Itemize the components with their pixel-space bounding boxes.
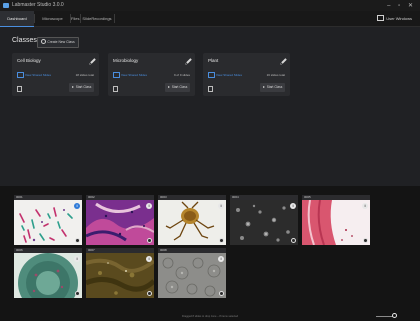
- tab-microscope[interactable]: Microscope: [35, 11, 70, 26]
- class-name: Cell Biology: [17, 58, 41, 63]
- monitor-icon: [208, 72, 215, 78]
- slide-image: [14, 200, 82, 245]
- slide-info-icon[interactable]: i: [146, 203, 152, 209]
- slide-thumbnail[interactable]: 0001 i: [14, 195, 82, 245]
- monitor-icon: [113, 72, 120, 78]
- edit-pencil-icon[interactable]: [90, 58, 96, 64]
- start-class-button[interactable]: Start Class: [260, 83, 285, 92]
- start-class-button[interactable]: Start Class: [69, 83, 94, 92]
- user-menu[interactable]: User Windows: [377, 15, 412, 21]
- zoom-slider-handle[interactable]: [392, 312, 397, 318]
- slide-image: [86, 200, 154, 245]
- trash-icon[interactable]: [208, 86, 213, 92]
- title-bar: Labmaster Studio 3.0.0 – ▫ ✕: [0, 0, 420, 11]
- tab-divider: [114, 14, 115, 23]
- monitor-icon: [17, 72, 24, 78]
- view-shared-slides-link[interactable]: View Shared Slides: [121, 73, 147, 77]
- slide-info-icon[interactable]: i: [74, 203, 80, 209]
- view-shared-slides-link[interactable]: View Shared Slides: [216, 73, 242, 77]
- class-card-plant[interactable]: Plant View Shared Slides 16 slides total…: [203, 53, 290, 96]
- play-icon: [71, 86, 74, 89]
- edit-pencil-icon[interactable]: [186, 58, 192, 64]
- nav-bar: Dashboard Microscope Files SlideRecordin…: [0, 11, 420, 27]
- slide-count: 18 slides total: [75, 72, 94, 77]
- class-card-cell-biology[interactable]: Cell Biology View Shared Slides 18 slide…: [12, 53, 99, 96]
- app-title: Labmaster Studio 3.0.0: [12, 2, 64, 8]
- remove-slide-icon[interactable]: [291, 238, 296, 243]
- slide-image: [158, 253, 226, 298]
- class-name: Plant: [208, 58, 219, 63]
- create-class-label: Create New Class: [47, 40, 75, 44]
- slide-thumbnail[interactable]: 0004 i: [230, 195, 298, 245]
- slide-thumbnail[interactable]: 0006 i: [14, 248, 82, 298]
- start-class-label: Start Class: [171, 85, 188, 89]
- slide-thumbnail[interactable]: 0008 i: [158, 248, 226, 298]
- slide-info-icon[interactable]: i: [362, 203, 368, 209]
- slide-info-icon[interactable]: i: [218, 203, 224, 209]
- remove-slide-icon[interactable]: [219, 291, 224, 296]
- view-shared-slides-link[interactable]: View Shared Slides: [25, 73, 51, 77]
- start-class-label: Start Class: [75, 85, 92, 89]
- slide-info-icon[interactable]: i: [146, 256, 152, 262]
- tab-dashboard[interactable]: Dashboard: [0, 11, 34, 27]
- window-controls[interactable]: – ▫ ✕: [387, 2, 416, 9]
- play-icon: [167, 86, 170, 89]
- class-name: Microbiology: [113, 58, 139, 63]
- user-icon: [377, 15, 385, 21]
- remove-slide-icon[interactable]: [147, 291, 152, 296]
- slide-gallery: 0001 i 0002 i 0003 i 0004 i 0005 i 0006 …: [0, 186, 420, 321]
- slide-info-icon[interactable]: i: [74, 256, 80, 262]
- create-class-button[interactable]: Create New Class: [37, 37, 79, 48]
- slide-thumbnail[interactable]: 0003 i: [158, 195, 226, 245]
- slide-info-icon[interactable]: i: [290, 203, 296, 209]
- class-card-microbiology[interactable]: Microbiology View Shared Slides 9 of 9 s…: [108, 53, 195, 96]
- remove-slide-icon[interactable]: [219, 238, 224, 243]
- slide-thumbnail[interactable]: 0002 i: [86, 195, 154, 245]
- user-menu-label: User Windows: [386, 16, 412, 21]
- slide-image: [302, 200, 370, 245]
- slide-image: [14, 253, 82, 298]
- tab-slide-recordings[interactable]: SlideRecordings: [80, 11, 114, 26]
- start-class-button[interactable]: Start Class: [165, 83, 190, 92]
- tab-files[interactable]: Files: [71, 11, 79, 26]
- slide-image: [230, 200, 298, 245]
- remove-slide-icon[interactable]: [363, 238, 368, 243]
- slide-image: [86, 253, 154, 298]
- status-text: Dragged 8 slides to drop zone – 8 items …: [181, 315, 239, 318]
- page-title: Classes: [12, 37, 37, 44]
- remove-slide-icon[interactable]: [147, 238, 152, 243]
- slide-info-icon[interactable]: i: [218, 256, 224, 262]
- edit-pencil-icon[interactable]: [281, 58, 287, 64]
- slide-thumbnail[interactable]: 0007 i: [86, 248, 154, 298]
- slide-image: [158, 200, 226, 245]
- slide-thumbnail[interactable]: 0005 i: [302, 195, 370, 245]
- trash-icon[interactable]: [113, 86, 118, 92]
- remove-slide-icon[interactable]: [75, 291, 80, 296]
- play-icon: [262, 86, 265, 89]
- remove-slide-icon[interactable]: [75, 238, 80, 243]
- plus-circle-icon: [41, 38, 47, 44]
- start-class-label: Start Class: [266, 85, 283, 89]
- trash-icon[interactable]: [17, 86, 22, 92]
- app-logo-icon: [3, 3, 9, 8]
- slide-count: 9 of 9 slides: [173, 72, 190, 77]
- slide-count: 16 slides total: [266, 72, 285, 77]
